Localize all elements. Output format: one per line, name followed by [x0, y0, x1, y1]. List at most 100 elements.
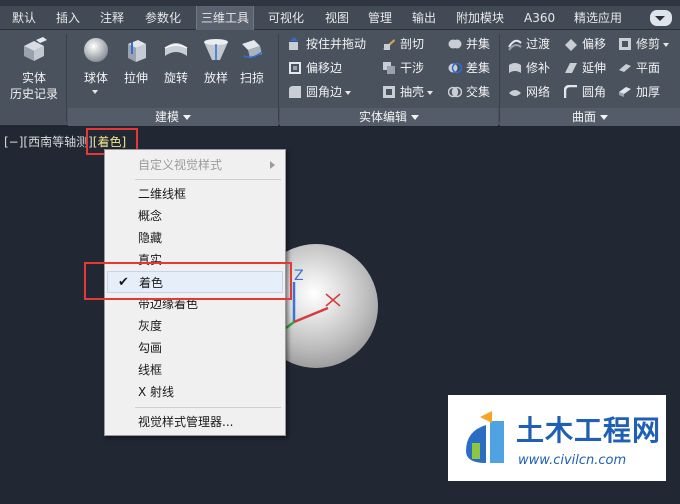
extrude-icon	[128, 40, 146, 62]
planar-button[interactable]: 平面	[618, 58, 660, 78]
patch-button[interactable]: 修补	[508, 58, 550, 78]
sweep-button[interactable]: 扫掠	[230, 34, 274, 106]
trim-icon	[619, 38, 631, 50]
menu-item-custom-visual-styles[interactable]: 自定义视觉样式	[105, 154, 285, 176]
tab-parametric[interactable]: 参数化	[141, 6, 185, 30]
menu-item-xray[interactable]: X 射线	[105, 381, 285, 403]
extend-label: 延伸	[582, 61, 607, 75]
blend-button[interactable]: 过渡	[508, 34, 550, 54]
menu-divider	[135, 179, 281, 180]
thicken-icon	[619, 87, 631, 97]
thicken-label: 加厚	[636, 85, 661, 99]
solid-history-button[interactable]: 实体 历史记录	[10, 34, 58, 106]
highlight-box	[84, 262, 292, 300]
logo-name: 土木工程网	[516, 414, 662, 447]
union-icon	[448, 39, 462, 49]
tab-3d-tools[interactable]: 三维工具	[196, 6, 255, 30]
menu-item-wireframe[interactable]: 线框	[105, 359, 285, 381]
surface-offset-button[interactable]: 偏移	[564, 34, 606, 54]
chevron-down-icon[interactable]	[345, 90, 352, 95]
slice-button[interactable]: 剖切	[382, 34, 424, 54]
tab-manage[interactable]: 管理	[364, 6, 396, 30]
patch-label: 修补	[526, 61, 551, 75]
extend-icon	[565, 63, 577, 73]
network-button[interactable]: 网络	[508, 82, 550, 102]
menu-item-conceptual[interactable]: 概念	[105, 205, 285, 227]
interfere-button[interactable]: 干涉	[382, 58, 424, 78]
watermark-logo: 土木工程网 www.civilcn.com	[448, 395, 666, 481]
slice-label: 剖切	[400, 37, 425, 51]
viewport-view-label[interactable]: [−][西南等轴测]	[4, 135, 93, 149]
logo-icon	[466, 411, 504, 463]
subtract-icon	[448, 62, 462, 74]
extend-button[interactable]: 延伸	[564, 58, 606, 78]
interfere-icon	[383, 62, 395, 74]
sweep-icon	[242, 40, 263, 59]
trim-button[interactable]: 修剪	[618, 34, 670, 54]
network-label: 网络	[526, 85, 551, 99]
surface-panel-title: 曲面	[571, 110, 596, 124]
menu-divider	[135, 407, 281, 408]
subtract-button[interactable]: 差集	[448, 58, 490, 78]
revolve-icon	[164, 43, 188, 56]
patch-icon	[509, 63, 521, 73]
union-button[interactable]: 并集	[448, 34, 490, 54]
offset-edge-label: 偏移边	[306, 61, 343, 75]
network-icon	[509, 90, 521, 96]
subtract-label: 差集	[466, 61, 491, 75]
offset-edge-icon	[289, 62, 301, 74]
surface-fillet-button[interactable]: 圆角	[564, 82, 606, 102]
tab-view[interactable]: 视图	[321, 6, 353, 30]
menu-item-shades-of-gray[interactable]: 灰度	[105, 315, 285, 337]
loft-icon	[204, 39, 228, 60]
chevron-down-icon[interactable]	[92, 90, 98, 94]
modeling-panel-label[interactable]: 建模	[68, 108, 278, 126]
union-label: 并集	[466, 37, 491, 51]
menu-item-sketchy[interactable]: 勾画	[105, 337, 285, 359]
tab-addins[interactable]: 附加模块	[452, 6, 508, 30]
surface-offset-icon	[565, 39, 577, 51]
blend-icon	[508, 39, 522, 51]
intersect-icon	[448, 86, 462, 98]
surface-offset-label: 偏移	[582, 37, 607, 51]
chevron-down-icon	[600, 115, 608, 120]
interfere-label: 干涉	[400, 61, 425, 75]
menu-item-label: 自定义视觉样式	[138, 158, 223, 172]
sweep-label: 扫掠	[239, 71, 264, 85]
menu-item-hidden[interactable]: 隐藏	[105, 227, 285, 249]
chevron-down-icon[interactable]	[427, 90, 434, 95]
slice-icon	[383, 39, 395, 50]
tab-a360[interactable]: A360	[520, 6, 559, 30]
presspull-label: 按住并拖动	[306, 37, 367, 51]
tab-visualize[interactable]: 可视化	[264, 6, 308, 30]
tab-insert[interactable]: 插入	[52, 6, 84, 30]
menu-item-2d-wireframe[interactable]: 二维线框	[105, 183, 285, 205]
solid-edit-panel-label[interactable]: 实体编辑	[280, 108, 498, 126]
chevron-down-icon	[183, 115, 191, 120]
chevron-right-icon	[270, 161, 275, 169]
panel-separator	[278, 34, 279, 122]
panel-separator	[66, 34, 67, 122]
thicken-button[interactable]: 加厚	[618, 82, 660, 102]
tab-annotate[interactable]: 注释	[96, 6, 128, 30]
logo-url: www.civilcn.com	[518, 453, 627, 468]
sphere-icon	[84, 38, 108, 62]
ribbon-tab-bar: 默认 插入 注释 参数化 三维工具 可视化 视图 管理 输出 附加模块 A360…	[0, 6, 680, 30]
planar-label: 平面	[636, 61, 661, 75]
intersect-label: 交集	[466, 85, 491, 99]
ribbon-toggle-button[interactable]	[650, 10, 672, 26]
tab-output[interactable]: 输出	[408, 6, 440, 30]
offset-edge-button[interactable]: 偏移边	[288, 58, 342, 78]
tab-default[interactable]: 默认	[8, 6, 40, 30]
chevron-down-icon[interactable]	[663, 42, 670, 47]
menu-item-visual-styles-manager[interactable]: 视觉样式管理器...	[105, 411, 285, 433]
intersect-button[interactable]: 交集	[448, 82, 490, 102]
tab-featured-apps[interactable]: 精选应用	[570, 6, 626, 30]
shell-button[interactable]: 抽壳	[382, 82, 434, 102]
fillet-edge-button[interactable]: 圆角边	[288, 82, 352, 102]
shell-icon	[383, 86, 395, 98]
surface-panel-label[interactable]: 曲面	[500, 108, 680, 126]
presspull-button[interactable]: 按住并拖动	[288, 34, 366, 54]
fillet-edge-icon	[289, 86, 301, 98]
solid-edit-panel-title: 实体编辑	[358, 110, 407, 124]
